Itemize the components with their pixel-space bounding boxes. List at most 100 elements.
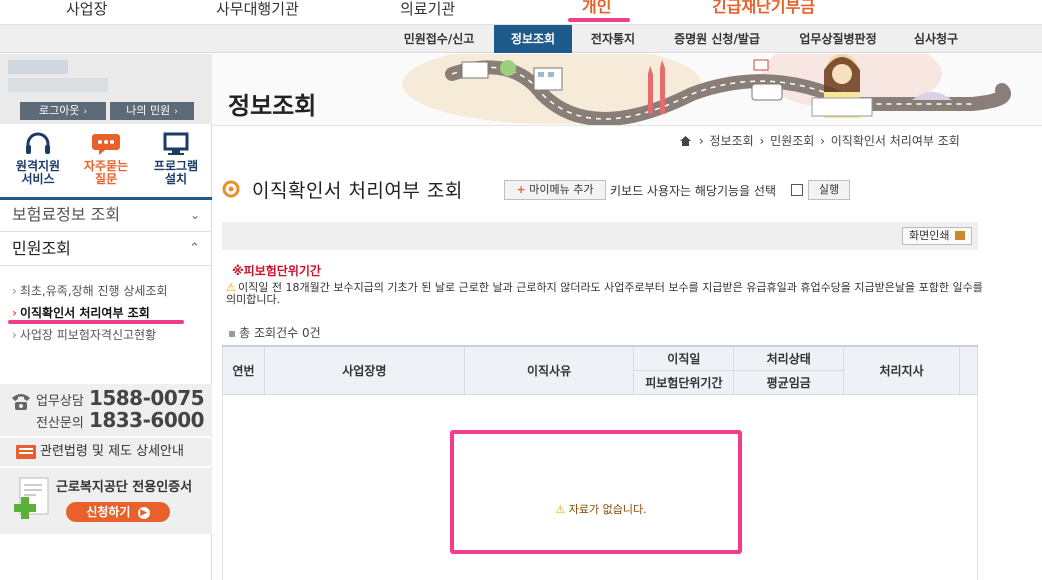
quick-faq[interactable]: 자주묻는 질문 [72,132,140,186]
menu-civil-label: 민원조회 [12,239,71,258]
certificate-apply-button[interactable]: 신청하기 ▶ [66,502,170,522]
topnav-agency[interactable]: 사무대행기관 [216,0,299,22]
keyboard-user-label: 키보드 사용자는 해당기능을 선택 [610,184,777,198]
submenu-workplace-status[interactable]: › 사업장 피보험자격신고현황 [12,326,156,343]
col-header-reason: 이직사유 [463,345,635,395]
bullet-arrow-icon: › [12,306,17,320]
print-screen-label: 화면인쇄 [909,229,950,242]
headset-icon [26,132,50,154]
col-header-no: 연번 [222,345,265,395]
breadcrumb-current: 이직확인서 처리여부 조회 [830,134,960,148]
home-icon[interactable] [680,136,691,146]
quick-faq-line2: 질문 [94,172,118,186]
breadcrumb-sep-icon: › [759,134,765,148]
bullet-dot-icon: ▪ [228,326,237,340]
page-banner: 정보조회 [212,54,1042,126]
subnav-certificate[interactable]: 증명원 신청/발급 [654,25,780,53]
arrow-right-icon: › [174,107,178,117]
certificate-apply-label: 신청하기 [86,505,131,519]
plus-icon: + [516,183,526,196]
quick-remote-support[interactable]: 원격지원 서비스 [4,132,72,186]
contact-it-number: 1833-6000 [88,408,205,432]
total-count: ▪ 총 조회건수 0건 [228,324,321,341]
run-button[interactable]: 실행 [808,180,850,200]
breadcrumb-sep-icon: › [698,134,704,148]
quick-links: 원격지원 서비스 자주묻는 질문 프로그램 설치 [0,126,212,200]
menu-civil-lookup[interactable]: 민원조회 ⌃ [0,232,212,266]
notice-title: ※피보험단위기간 [232,264,321,278]
add-mymenu-button[interactable]: + 마이메뉴 추가 [504,180,606,200]
chevron-up-icon: ⌃ [189,241,200,256]
subnav-disease-judgment[interactable]: 업무상질병판정 [784,25,892,53]
certificate-box: 근로복지공단 전용인증서 신청하기 ▶ [0,468,212,534]
quick-program-install[interactable]: 프로그램 설치 [142,132,210,186]
blurred-userinfo [8,78,108,92]
logout-button[interactable]: 로그아웃 › [20,102,106,120]
contact-work-number: 1588-0075 [88,386,205,410]
law-guide-link[interactable]: 관련법령 및 제도 상세안내 [0,438,212,466]
left-sidebar: 로그아웃 › 나의 민원 › 원격지원 서비스 자주묻는 질문 프로그램 설치 … [0,54,212,580]
breadcrumb: › 정보조회 › 민원조회 › 이직확인서 처리여부 조회 [680,132,962,149]
topnav-workplace[interactable]: 사업장 [66,0,107,22]
user-box: 로그아웃 › 나의 민원 › [0,54,212,124]
circle-arrow-icon: ▶ [137,506,150,519]
my-civil-label: 나의 민원 [126,104,171,117]
submenu-workplace-label: 사업장 피보험자격신고현황 [19,328,157,342]
printer-icon [954,231,965,240]
menu-insurance-info[interactable]: 보험료정보 조회 ⌄ [0,198,212,232]
banner-title: 정보조회 [228,92,317,120]
submenu-initial-survivor[interactable]: › 최초,유족,장해 진행 상세조회 [12,282,168,299]
subnav-e-notice[interactable]: 전자통지 [576,25,650,53]
total-count-label: 총 조회건수 0건 [239,326,321,340]
submenu-initial-label: 최초,유족,장해 진행 상세조회 [19,284,168,298]
blurred-username [8,60,68,74]
subnav-review-request[interactable]: 심사청구 [896,25,976,53]
col-header-status: 처리상태 [733,345,845,371]
contact-work-label: 업무상담 [36,394,84,409]
quick-remote-line1: 원격지원 [15,159,61,173]
annotation-underline-side [8,320,184,324]
submenu-separation-cert[interactable]: › 이직확인서 처리여부 조회 [12,304,150,321]
subnav-civil-apply[interactable]: 민원접수/신고 [388,25,490,53]
page-title: 이직확인서 처리여부 조회 [252,180,463,202]
chevron-down-icon: ⌄ [189,208,200,222]
subnav-info-lookup[interactable]: 정보조회 [494,25,572,53]
quick-remote-line2: 서비스 [21,172,55,186]
phone-icon [12,394,30,410]
keyboard-user-checkbox[interactable] [791,184,803,196]
contact-it-row: 전산문의 1833-6000 [36,408,205,432]
topnav-medical[interactable]: 의료기관 [400,0,455,22]
table-scroll-header [958,345,979,395]
col-header-wage: 평균임금 [733,369,845,395]
submenu-separation-label: 이직확인서 처리여부 조회 [19,306,150,320]
annotation-underline-top [568,18,630,22]
certificate-title: 근로복지공단 전용인증서 [56,480,193,495]
top-navigation: 사업장 사무대행기관 의료기관 개인 긴급재난기부금 [0,0,1042,24]
banner-illustration [402,54,1011,125]
topnav-emergency-fund[interactable]: 긴급재난기부금 [712,0,815,20]
certificate-plus-icon [14,477,49,519]
sub-navigation: 민원접수/신고 정보조회 전자통지 증명원 신청/발급 업무상질병판정 심사청구 [0,24,1042,53]
law-guide-label: 관련법령 및 제도 상세안내 [40,444,184,459]
breadcrumb-sep-icon: › [820,134,825,148]
add-mymenu-label: 마이메뉴 추가 [529,183,594,196]
breadcrumb-info-lookup[interactable]: 정보조회 [709,134,753,148]
quick-program-line2: 설치 [164,172,188,186]
print-bar: 화면인쇄 [222,222,978,250]
col-header-date: 이직일 [633,345,735,371]
quick-program-line1: 프로그램 [153,159,199,173]
bullet-arrow-icon: › [12,328,17,342]
contact-box: 업무상담 1588-0075 전산문의 1833-6000 [0,384,212,436]
my-civil-button[interactable]: 나의 민원 › [110,102,194,120]
monitor-icon [163,132,189,155]
contact-work-row: 업무상담 1588-0075 [36,386,205,410]
notice-text-block: ⚠ 이직일 전 18개월간 보수지급의 기초가 된 날로 근로한 날과 근로하지 … [226,282,986,306]
col-header-branch: 처리지사 [843,345,960,395]
quick-faq-line1: 자주묻는 [83,159,129,173]
contact-it-label: 전산문의 [36,416,84,431]
breadcrumb-civil-lookup[interactable]: 민원조회 [770,134,814,148]
topnav-personal[interactable]: 개인 [582,0,611,20]
title-bullet-icon [222,180,240,198]
print-screen-button[interactable]: 화면인쇄 [902,227,972,245]
law-book-icon [16,445,36,459]
